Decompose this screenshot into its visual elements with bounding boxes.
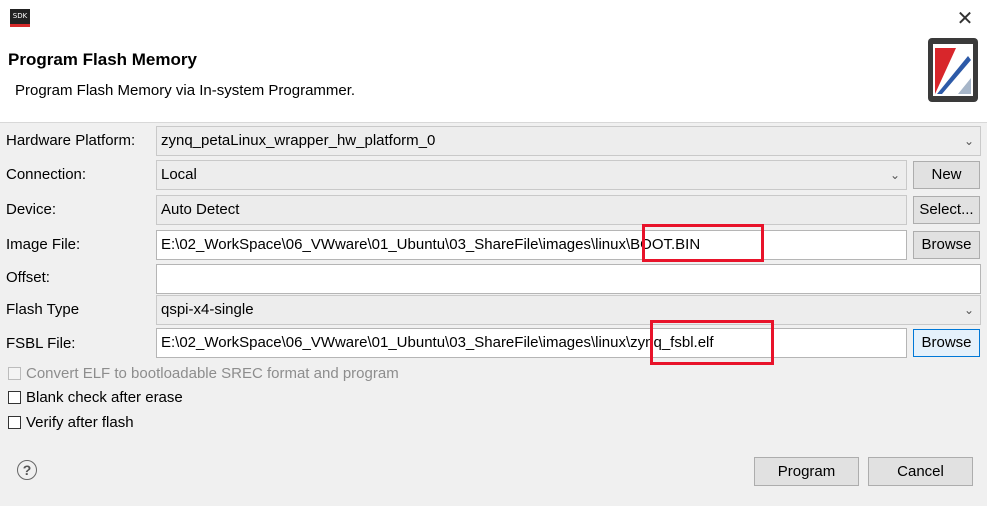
dialog-description: Program Flash Memory via In-system Progr… [15,82,356,99]
flash-memory-banner-icon [928,38,978,102]
sdk-app-icon: SDK [10,9,30,27]
image-file-label: Image File: [6,236,81,253]
program-button[interactable]: Program [754,457,859,486]
title-bar [0,0,987,34]
connection-value: Local [161,166,197,183]
flash-type-value: qspi-x4-single [161,301,254,318]
verify-after-flash-label[interactable]: Verify after flash [26,413,134,433]
blank-check-checkbox[interactable] [8,391,21,404]
blank-check-label[interactable]: Blank check after erase [26,388,183,408]
help-icon[interactable]: ? [17,460,37,480]
dialog-title: Program Flash Memory [8,50,197,69]
device-field: Auto Detect [156,195,907,225]
fsbl-file-label: FSBL File: [6,335,76,352]
hardware-platform-value: zynq_petaLinux_wrapper_hw_platform_0 [161,132,436,149]
cancel-button[interactable]: Cancel [868,457,973,486]
convert-elf-label: Convert ELF to bootloadable SREC format … [26,365,399,382]
flash-type-select[interactable]: qspi-x4-single ⌄ [156,295,981,325]
connection-label: Connection: [6,166,87,183]
fsbl-file-highlight-box [650,320,774,365]
fsbl-file-browse-button[interactable]: Browse [913,329,980,357]
image-file-highlight-box [642,224,764,262]
select-device-button[interactable]: Select... [913,196,980,224]
chevron-down-icon: ⌄ [963,134,974,148]
image-file-browse-button[interactable]: Browse [913,231,980,259]
flash-type-label: Flash Type [6,301,80,318]
dialog-header [0,34,987,122]
fsbl-file-input[interactable]: E:\02_WorkSpace\06_VWware\01_Ubuntu\03_S… [156,328,907,358]
new-connection-button[interactable]: New [913,161,980,189]
hardware-platform-label: Hardware Platform: [6,132,136,149]
chevron-down-icon: ⌄ [963,303,974,317]
convert-elf-checkbox [8,367,21,380]
close-icon[interactable]: ✕ [950,6,980,32]
chevron-down-icon: ⌄ [889,168,900,182]
offset-label: Offset: [6,269,50,286]
device-label: Device: [6,201,57,218]
image-file-input[interactable]: E:\02_WorkSpace\06_VWware\01_Ubuntu\03_S… [156,230,907,260]
connection-select[interactable]: Local ⌄ [156,160,907,190]
hardware-platform-select[interactable]: zynq_petaLinux_wrapper_hw_platform_0 ⌄ [156,126,981,156]
offset-input[interactable] [156,264,981,294]
verify-after-flash-checkbox[interactable] [8,416,21,429]
